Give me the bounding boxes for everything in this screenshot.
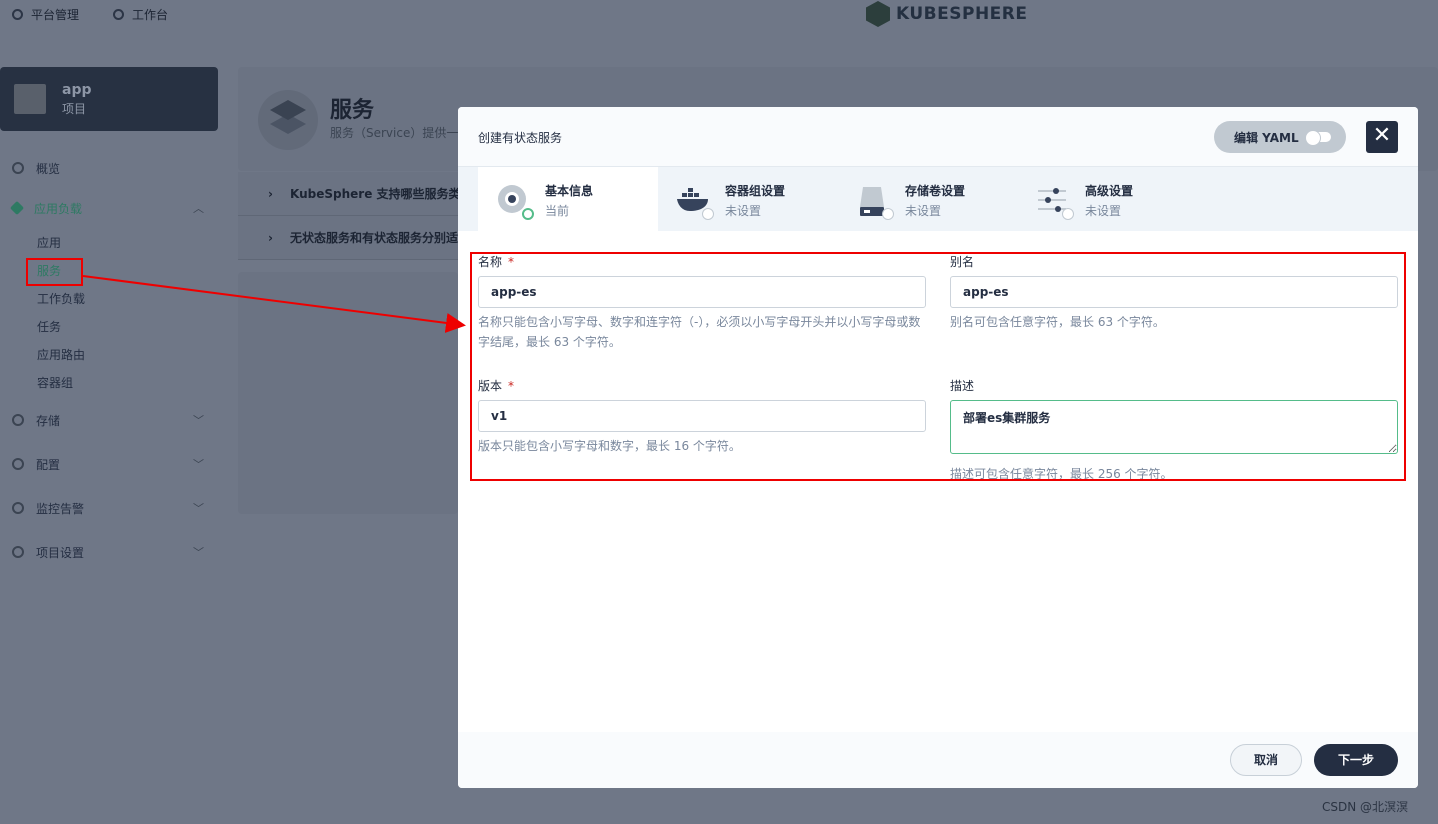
step-status-pending-icon bbox=[702, 208, 714, 220]
step-basic-info[interactable]: 基本信息 当前 bbox=[478, 167, 658, 231]
dashboard-icon bbox=[12, 162, 24, 174]
sidebar-item-label: 项目设置 bbox=[36, 545, 85, 560]
faq-item-label: KubeSphere 支持哪些服务类型？ bbox=[290, 187, 458, 201]
step-name: 容器组设置 bbox=[725, 184, 786, 198]
modal-title: 创建有状态服务 bbox=[478, 131, 563, 145]
brand-logo[interactable]: KUBESPHERE bbox=[866, 0, 1028, 28]
sidebar-subitem-workloads[interactable]: 工作负载 bbox=[37, 290, 85, 310]
layers-icon bbox=[9, 200, 25, 216]
step-status: 未设置 bbox=[725, 204, 762, 218]
gear-icon bbox=[12, 546, 24, 558]
step-status: 当前 bbox=[545, 204, 570, 218]
platform-management-link[interactable]: 平台管理 bbox=[12, 6, 79, 23]
next-button[interactable]: 下一步 bbox=[1314, 744, 1398, 776]
cancel-button[interactable]: 取消 bbox=[1230, 744, 1302, 776]
faq-item-label: 无状态服务和有状态服务分别适 bbox=[290, 231, 458, 245]
step-status-pending-icon bbox=[1062, 208, 1074, 220]
close-icon: ✕ bbox=[1372, 123, 1392, 148]
brand-name: KUBESPHERE bbox=[896, 4, 1028, 24]
platform-management-label: 平台管理 bbox=[31, 7, 80, 22]
top-bar: 平台管理 工作台 bbox=[0, 0, 1438, 28]
chevron-down-icon: ﹀ bbox=[193, 546, 204, 559]
kubesphere-logo-icon bbox=[866, 1, 890, 27]
sidebar-item-label: 配置 bbox=[36, 457, 61, 472]
project-name: app bbox=[62, 81, 92, 98]
dashboard-icon bbox=[113, 8, 125, 20]
wizard-steps: 基本信息 当前 容器组设置 未设置 存储卷设置 未设置 高级设置 未设置 bbox=[458, 167, 1418, 231]
sidebar-subitem-pods[interactable]: 容器组 bbox=[37, 374, 73, 394]
sidebar-item-label: 应用负载 bbox=[34, 201, 83, 216]
chevron-right-icon: › bbox=[268, 186, 273, 201]
step-volume-settings[interactable]: 存储卷设置 未设置 bbox=[838, 167, 1018, 231]
chevron-down-icon: ﹀ bbox=[193, 458, 204, 471]
step-name: 基本信息 bbox=[545, 184, 594, 198]
services-list-panel bbox=[238, 272, 458, 514]
project-card[interactable]: app 项目 bbox=[0, 67, 218, 131]
modal-header: 创建有状态服务 编辑 YAML ✕ bbox=[458, 107, 1418, 167]
modal-footer: 取消 下一步 bbox=[458, 732, 1418, 788]
sidebar-item-overview[interactable]: 概览 bbox=[12, 156, 208, 180]
sidebar-item-label: 监控告警 bbox=[36, 501, 85, 516]
faq-item[interactable]: › KubeSphere 支持哪些服务类型？ bbox=[238, 172, 458, 216]
page-description: 服务（Service）提供一种 bbox=[330, 126, 458, 140]
form-highlight-box bbox=[470, 252, 1406, 481]
edit-yaml-label: 编辑 YAML bbox=[1234, 130, 1299, 145]
sidebar-item-storage[interactable]: 存储 ﹀ bbox=[12, 408, 208, 432]
close-button[interactable]: ✕ bbox=[1366, 121, 1398, 153]
step-status-pending-icon bbox=[882, 208, 894, 220]
workbench-link[interactable]: 工作台 bbox=[113, 6, 168, 23]
sidebar-subitem-ingress[interactable]: 应用路由 bbox=[37, 346, 85, 366]
sidebar-item-monitoring[interactable]: 监控告警 ﹀ bbox=[12, 496, 208, 520]
step-name: 高级设置 bbox=[1085, 184, 1134, 198]
step-status: 未设置 bbox=[905, 204, 942, 218]
step-status: 未设置 bbox=[1085, 204, 1122, 218]
database-icon bbox=[12, 414, 24, 426]
monitor-icon bbox=[12, 502, 24, 514]
sidebar-item-workloads[interactable]: 应用负载 ︿ bbox=[9, 196, 208, 220]
workbench-label: 工作台 bbox=[132, 7, 169, 22]
create-statefulset-modal: 创建有状态服务 编辑 YAML ✕ 基本信息 当前 容器组设置 未设置 存储卷设… bbox=[458, 107, 1418, 788]
gear-icon bbox=[12, 8, 23, 20]
sidebar-subitem-jobs[interactable]: 任务 bbox=[37, 318, 61, 338]
page-title: 服务 bbox=[330, 98, 375, 123]
chevron-up-icon: ︿ bbox=[193, 202, 204, 215]
chevron-down-icon: ﹀ bbox=[193, 414, 204, 427]
sidebar-item-label: 存储 bbox=[36, 413, 61, 428]
toggle-switch-icon bbox=[1304, 130, 1331, 146]
services-highlight-box bbox=[26, 258, 83, 286]
project-icon bbox=[14, 84, 46, 114]
sidebar-item-config[interactable]: 配置 ﹀ bbox=[12, 452, 208, 476]
sidebar-subitem-apps[interactable]: 应用 bbox=[37, 234, 61, 254]
step-advanced-settings[interactable]: 高级设置 未设置 bbox=[1018, 167, 1198, 231]
chevron-down-icon: ﹀ bbox=[193, 502, 204, 515]
sidebar-item-project-settings[interactable]: 项目设置 ﹀ bbox=[12, 540, 208, 564]
chevron-right-icon: › bbox=[268, 230, 273, 245]
service-icon bbox=[258, 90, 318, 150]
step-status-done-icon bbox=[522, 208, 534, 220]
step-container-settings[interactable]: 容器组设置 未设置 bbox=[658, 167, 838, 231]
wrench-icon bbox=[12, 458, 24, 470]
watermark: CSDN @北溟溟 bbox=[1322, 800, 1409, 814]
faq-item[interactable]: › 无状态服务和有状态服务分别适 bbox=[238, 216, 458, 260]
step-name: 存储卷设置 bbox=[905, 184, 966, 198]
edit-yaml-toggle[interactable]: 编辑 YAML bbox=[1214, 121, 1346, 153]
sidebar-item-label: 概览 bbox=[36, 161, 61, 176]
project-type: 项目 bbox=[62, 101, 87, 116]
